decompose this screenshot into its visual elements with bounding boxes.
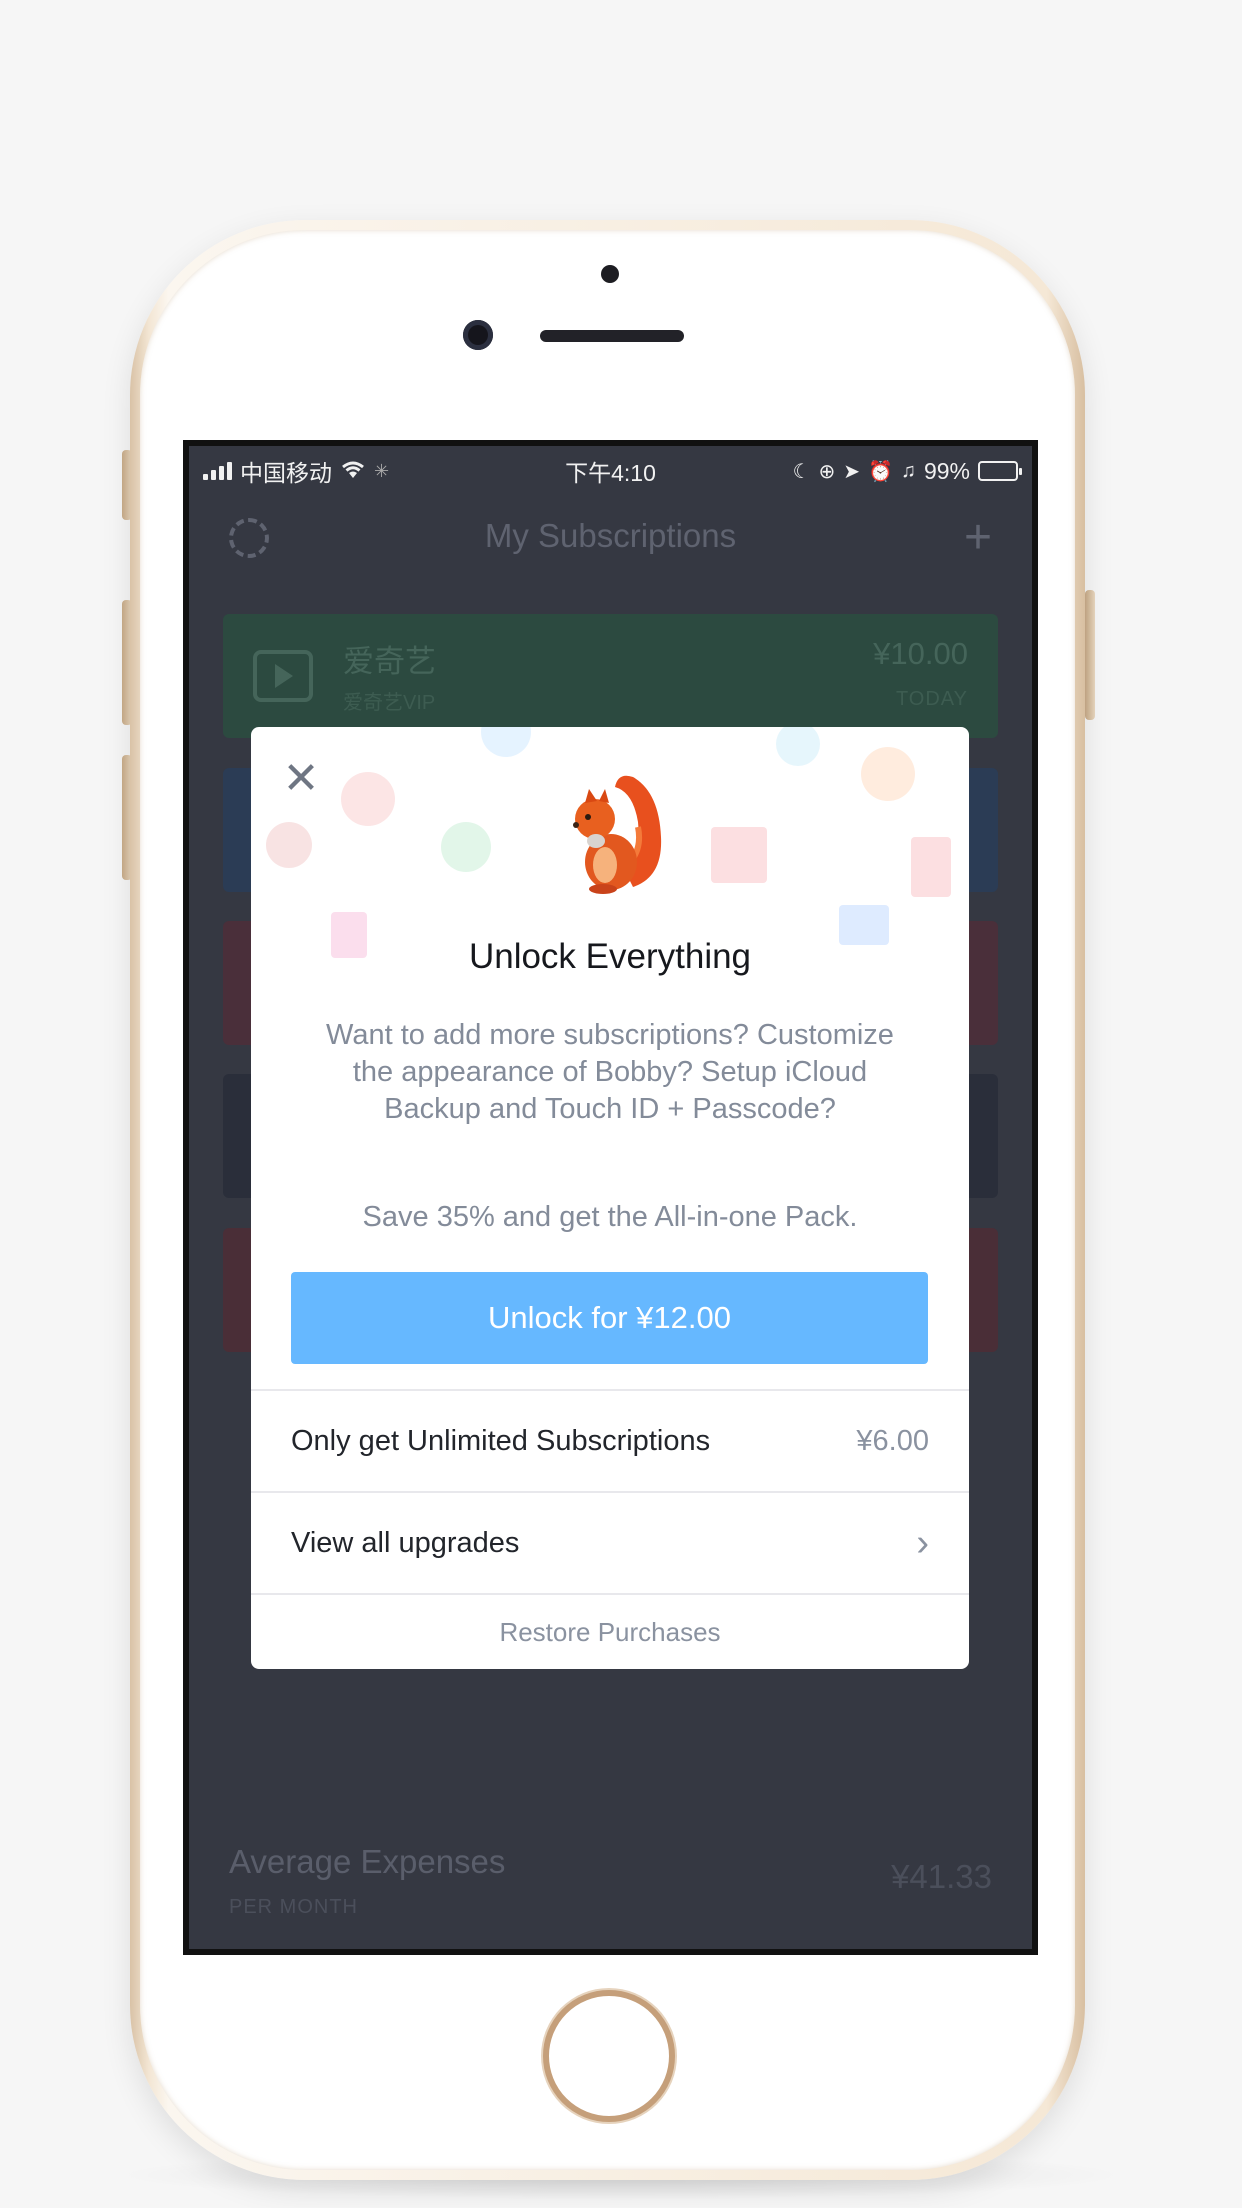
headphones-icon: ♫	[900, 459, 916, 482]
decorative-logo-icon	[861, 747, 915, 801]
alarm-icon: ⏰	[868, 460, 893, 483]
decorative-logo-icon	[711, 827, 767, 883]
power-button	[1085, 590, 1095, 720]
restore-purchases-button[interactable]: Restore Purchases	[251, 1593, 969, 1669]
decorative-logo-icon	[911, 837, 951, 897]
add-subscription-button[interactable]: +	[964, 510, 992, 565]
average-expenses-period: PER MONTH	[229, 1896, 358, 1918]
subscription-title: 爱奇艺	[343, 644, 436, 679]
loading-spinner-icon: ✳	[374, 460, 390, 481]
home-button[interactable]	[543, 1990, 675, 2122]
view-all-upgrades-option[interactable]: View all upgrades ›	[251, 1491, 969, 1593]
unlock-all-button[interactable]: Unlock for ¥12.00	[291, 1272, 928, 1364]
proximity-sensor	[601, 265, 619, 283]
moon-icon: ☾	[792, 460, 811, 483]
settings-gear-icon[interactable]	[229, 518, 269, 558]
subscription-subtitle: 爱奇艺VIP	[343, 692, 436, 714]
subscription-card[interactable]: 爱奇艺 爱奇艺VIP ¥10.00 TODAY	[223, 614, 998, 738]
orientation-lock-icon: ⊕	[818, 460, 836, 483]
battery-icon	[978, 461, 1022, 481]
subscription-price: ¥10.00	[873, 636, 968, 671]
status-bar: 中国移动 ✳ 下午4:10 ☾ ⊕ ➤ ⏰ ♫ 99%	[189, 446, 1032, 496]
subscription-date: TODAY	[895, 688, 968, 710]
video-play-icon	[253, 650, 313, 702]
front-camera	[463, 320, 493, 350]
unlimited-subscriptions-option[interactable]: Only get Unlimited Subscriptions ¥6.00	[251, 1389, 969, 1491]
modal-save-note: Save 35% and get the All-in-one Pack.	[362, 1201, 858, 1233]
chevron-right-icon: ›	[916, 1521, 929, 1564]
option-label: View all upgrades	[291, 1526, 520, 1559]
average-expenses-title: Average Expenses	[229, 1843, 506, 1880]
nav-bar: My Subscriptions +	[189, 506, 1032, 566]
battery-percent: 99%	[923, 457, 970, 484]
decorative-logo-icon	[441, 822, 491, 872]
decorative-logo-icon	[341, 772, 395, 826]
squirrel-mascot-icon	[573, 775, 662, 894]
decorative-logo-icon	[776, 727, 820, 766]
option-label: Only get Unlimited Subscriptions	[291, 1424, 711, 1457]
close-button[interactable]: ✕	[281, 757, 321, 801]
modal-title: Unlock Everything	[468, 937, 752, 976]
option-price: ¥6.00	[856, 1424, 929, 1457]
page-title: My Subscriptions	[484, 517, 737, 554]
decorative-logo-icon	[266, 822, 312, 868]
carrier-label: 中国移动	[240, 460, 332, 486]
signal-icon	[203, 462, 232, 480]
modal-description: Want to add more subscriptions? Customiz…	[326, 1019, 894, 1125]
location-icon: ➤	[843, 460, 861, 483]
earpiece-speaker	[540, 330, 684, 342]
wifi-icon	[340, 458, 366, 485]
average-expenses-amount: ¥41.33	[891, 1858, 992, 1895]
decorative-logo-icon	[481, 727, 531, 757]
unlock-modal: ✕ Unlock Everything Want to add more sub…	[251, 727, 969, 1669]
